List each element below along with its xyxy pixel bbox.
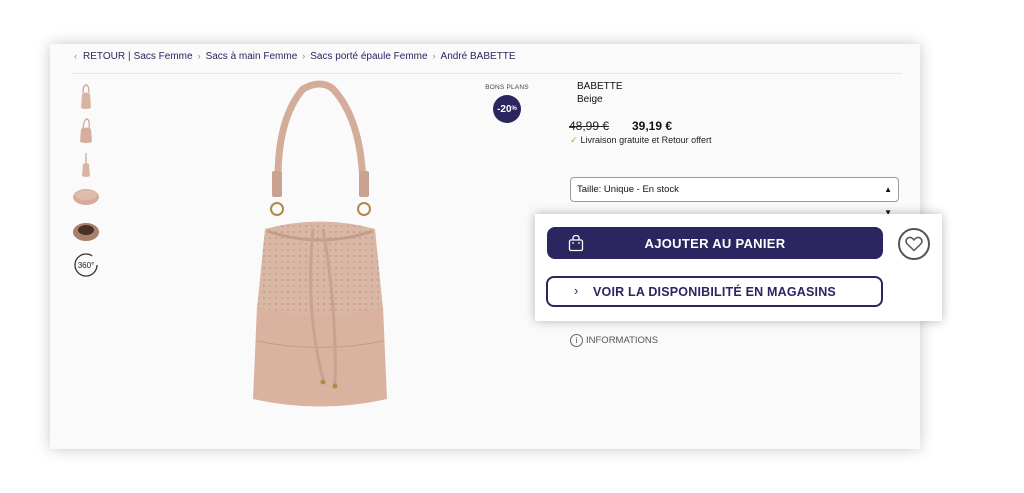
info-icon: i	[570, 334, 583, 347]
bag-bottom-thumbnail[interactable]	[70, 182, 102, 212]
check-icon: ✓	[570, 135, 578, 145]
size-select-value: Taille: Unique - En stock	[577, 184, 679, 195]
bag-side-thumbnail[interactable]	[70, 150, 102, 180]
wishlist-button[interactable]	[898, 228, 930, 260]
shipping-info: ✓ Livraison gratuite et Retour offert	[570, 135, 711, 146]
informations-link[interactable]: i INFORMATIONS	[570, 334, 658, 347]
breadcrumb-item-sacs-porte-epaule[interactable]: Sacs porté épaule Femme	[310, 51, 427, 62]
chevron-right-icon: ›	[432, 51, 436, 61]
breadcrumb-item-current: André BABETTE	[440, 51, 516, 62]
promo-label: BONS PLANS	[485, 84, 529, 91]
product-image	[253, 80, 387, 407]
old-price: 48,99 €	[569, 119, 610, 133]
bag-angle-thumbnail[interactable]	[70, 116, 102, 146]
breadcrumb-item-sacs-femme[interactable]: Sacs Femme	[134, 51, 193, 62]
add-to-cart-button[interactable]: AJOUTER AU PANIER	[547, 227, 883, 259]
product-brand: BABETTE	[577, 81, 623, 92]
breadcrumb-item-sacs-a-main[interactable]: Sacs à main Femme	[206, 51, 298, 62]
promo-badge: BONS PLANS -20%	[480, 84, 534, 123]
breadcrumb-divider	[72, 73, 902, 74]
breadcrumb: ‹ RETOUR | Sacs Femme › Sacs à main Femme › Sac…	[74, 51, 516, 67]
add-to-cart-label: AJOUTER AU PANIER	[644, 235, 786, 251]
size-select[interactable]: Taille: Unique - En stock ▲ ▼	[570, 177, 899, 217]
store-availability-button[interactable]: › VOIR LA DISPONIBILITÉ EN MAGASINS	[546, 276, 883, 307]
chevron-left-icon: ‹	[74, 51, 77, 61]
informations-label: INFORMATIONS	[586, 335, 659, 347]
discount-unit: %	[511, 106, 517, 112]
chevron-right-icon: ›	[574, 283, 579, 298]
shipping-text: Livraison gratuite et Retour offert	[580, 135, 712, 145]
breadcrumb-pipe: |	[128, 51, 131, 62]
view-360-label: 360°	[78, 261, 95, 270]
heart-icon	[905, 236, 923, 252]
bag-front-thumbnail[interactable]	[70, 82, 102, 112]
bag-inside-thumbnail[interactable]	[70, 216, 102, 246]
discount-badge: -20%	[493, 95, 521, 123]
view-360-icon[interactable]: 360°	[70, 250, 102, 280]
sale-price: 39,19 €	[632, 119, 673, 133]
product-color: Beige	[577, 94, 603, 105]
shopping-bag-icon	[568, 234, 584, 252]
store-availability-label: VOIR LA DISPONIBILITÉ EN MAGASINS	[593, 284, 836, 299]
chevron-right-icon: ›	[197, 51, 201, 61]
chevron-right-icon: ›	[302, 51, 306, 61]
purchase-action-panel: AJOUTER AU PANIER › VOIR LA DISPONIBILIT…	[535, 214, 942, 321]
discount-value: -20	[497, 103, 512, 115]
breadcrumb-back-link[interactable]: RETOUR	[83, 51, 125, 62]
